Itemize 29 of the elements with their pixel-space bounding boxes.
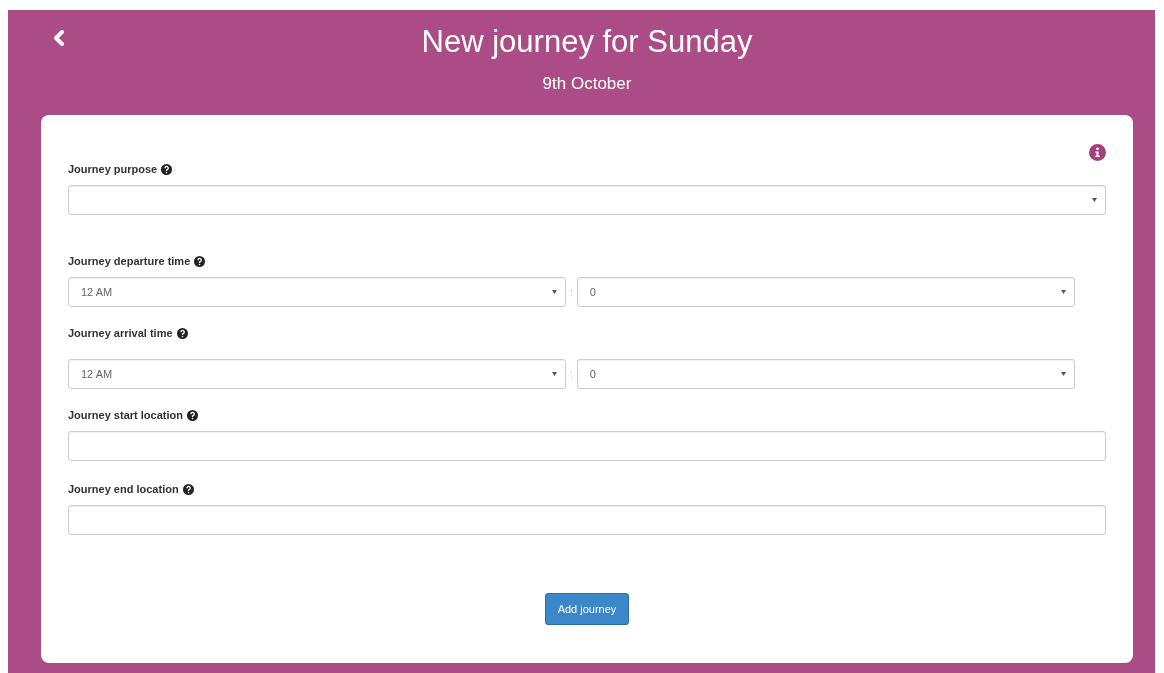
info-icon[interactable]	[1089, 144, 1106, 161]
caret-icon	[1060, 290, 1066, 294]
caret-icon	[552, 372, 557, 376]
field-label: Journey purpose	[68, 163, 1106, 175]
caret-icon	[1092, 198, 1097, 202]
help-icon	[176, 327, 188, 339]
caret-icon	[552, 290, 557, 294]
minute-select[interactable]: 0	[576, 277, 1075, 307]
time-separator: :	[570, 286, 573, 298]
add-journey-button[interactable]: Add journey	[544, 593, 630, 625]
help-icon	[194, 255, 206, 267]
help-icon	[182, 483, 194, 495]
help-icon	[161, 163, 173, 175]
field-label: Journey arrival time	[68, 327, 1106, 339]
page-title: New journey for Sunday	[421, 24, 753, 60]
hour-select[interactable]: 12 AM	[68, 359, 566, 389]
time-separator: :	[570, 368, 573, 380]
field-label: Journey departure time	[68, 255, 1106, 267]
location-field[interactable]	[68, 431, 1106, 461]
caret-icon	[1060, 372, 1066, 376]
page-subtitle: 9th October	[542, 74, 632, 94]
purpose-select[interactable]	[68, 185, 1106, 215]
field-label: Journey start location	[68, 409, 1106, 421]
field-label: Journey end location	[68, 483, 1106, 495]
back-icon[interactable]	[53, 30, 65, 46]
hour-select[interactable]: 12 AM	[68, 277, 566, 307]
help-icon	[186, 409, 198, 421]
location-field[interactable]	[68, 505, 1106, 535]
minute-select[interactable]: 0	[576, 359, 1075, 389]
